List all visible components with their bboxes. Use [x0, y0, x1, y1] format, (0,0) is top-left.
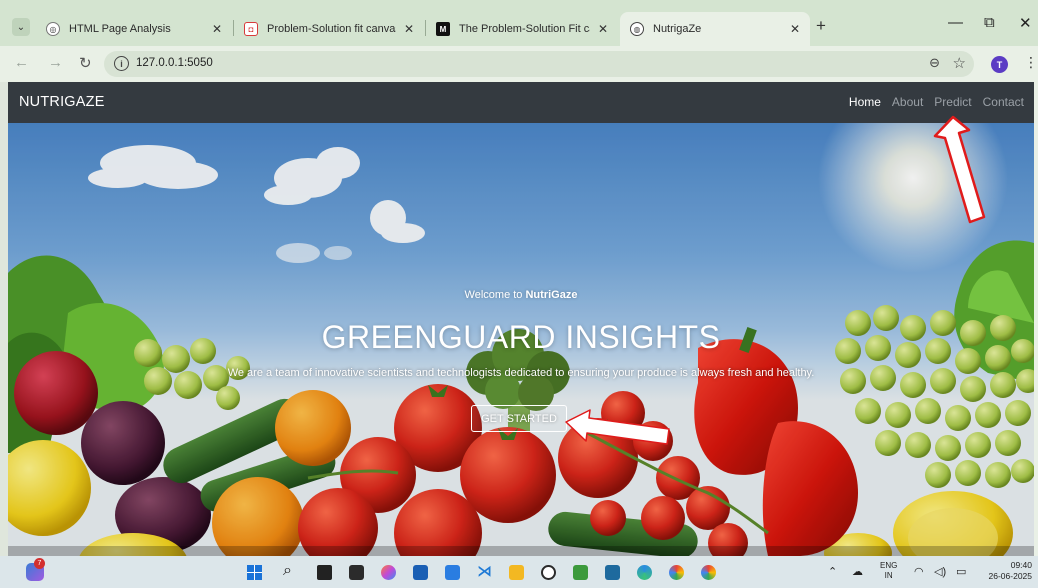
browser-toolbar: ← → ↻ i 127.0.0.1:5050 ⊖ ☆ T ⋮ [0, 46, 1038, 82]
bookmark-star-icon[interactable]: ☆ [953, 54, 966, 72]
tab-title: NutrigaZe [653, 23, 702, 35]
onedrive-icon[interactable]: ☁ [852, 565, 863, 578]
copilot-icon[interactable] [381, 565, 396, 580]
globe-icon: ◍ [630, 22, 644, 36]
tab-title: Problem-Solution fit canvas — [ [267, 23, 396, 35]
task-view-icon[interactable] [317, 565, 332, 580]
zoom-icon[interactable]: ⊖ [929, 55, 940, 71]
tab-title: HTML Page Analysis [69, 23, 171, 35]
close-icon[interactable]: ✕ [212, 22, 222, 36]
page-viewport: NUTRIGAZE Home About Predict Contact Wel… [8, 82, 1034, 556]
browser-tab-strip: ⌄ ◎ HTML Page Analysis ✕ ◘ Problem-Solut… [0, 0, 1038, 46]
wifi-icon[interactable]: ◠ [914, 565, 924, 578]
tab-problem-solution-canvas[interactable]: ◘ Problem-Solution fit canvas — [ ✕ [234, 14, 424, 44]
language-indicator[interactable]: ENG IN [880, 561, 897, 581]
tab-search-chevron-icon[interactable]: ⌄ [12, 18, 30, 36]
close-icon[interactable]: ✕ [404, 22, 414, 36]
site-navbar: NUTRIGAZE Home About Predict Contact [8, 82, 1034, 123]
site-info-icon[interactable]: i [114, 56, 129, 71]
tab-problem-solution-fit-medium[interactable]: M The Problem-Solution Fit canva ✕ [426, 14, 618, 44]
terminal-icon[interactable] [349, 565, 364, 580]
whatsapp-icon[interactable] [541, 565, 556, 580]
chrome-icon[interactable] [669, 565, 684, 580]
volume-icon[interactable]: ◁) [934, 565, 946, 578]
minimize-icon[interactable]: — [948, 14, 963, 31]
lang-bottom: IN [884, 571, 893, 580]
nav-predict[interactable]: Predict [934, 95, 971, 109]
globe-icon: ◎ [46, 22, 60, 36]
file-explorer-icon[interactable] [509, 565, 524, 580]
page-scrollbar[interactable] [1034, 82, 1038, 556]
clock-time: 09:40 [1010, 560, 1032, 570]
back-arrow-icon[interactable]: ← [14, 54, 29, 71]
restore-icon[interactable]: ⧉ [984, 14, 995, 31]
tab-nutrigaze[interactable]: ◍ NutrigaZe ✕ [620, 12, 810, 46]
windows-taskbar: 7 ⌕ ⋊ ⌃ ☁ ENG IN ◠ ◁) ▭ 09:40 26-06-2025 [0, 556, 1038, 588]
canvas-icon: ◘ [244, 22, 258, 36]
tab-title: The Problem-Solution Fit canva [459, 23, 590, 35]
hero-section: Welcome to NutriGaze GREENGUARD INSIGHTS… [8, 123, 1034, 556]
tray-chevron-up-icon[interactable]: ⌃ [828, 565, 837, 578]
nav-contact[interactable]: Contact [983, 95, 1024, 109]
reload-icon[interactable]: ↻ [79, 54, 92, 72]
welcome-prefix: Welcome to [464, 289, 526, 301]
close-icon[interactable]: ✕ [790, 22, 800, 36]
battery-icon[interactable]: ▭ [956, 565, 966, 578]
system-clock[interactable]: 09:40 26-06-2025 [980, 560, 1032, 582]
tab-html-page-analysis[interactable]: ◎ HTML Page Analysis ✕ [36, 14, 232, 44]
clock-date: 26-06-2025 [988, 571, 1032, 581]
nav-home[interactable]: Home [849, 95, 881, 109]
mail-icon[interactable] [445, 565, 460, 580]
chrome-profile-icon[interactable] [701, 565, 716, 580]
get-started-button[interactable]: GET STARTED [471, 405, 567, 432]
menu-kebab-icon[interactable]: ⋮ [1024, 54, 1038, 71]
hero-tagline: We are a team of innovative scientists a… [227, 367, 815, 379]
start-windows-icon[interactable] [247, 565, 262, 580]
welcome-brand: NutriGaze [525, 289, 578, 301]
hero-welcome-text: Welcome to NutriGaze [8, 289, 1034, 301]
profile-avatar[interactable]: T [991, 56, 1008, 73]
medium-icon: M [436, 22, 450, 36]
search-icon[interactable]: ⌕ [283, 562, 298, 579]
new-tab-plus-icon[interactable]: + [816, 16, 826, 36]
notification-badge: 7 [34, 558, 45, 569]
app-icon[interactable] [605, 565, 620, 580]
nav-about[interactable]: About [892, 95, 923, 109]
edge-icon[interactable] [637, 565, 652, 580]
site-brand[interactable]: NUTRIGAZE [19, 94, 105, 110]
site-nav-links: Home About Predict Contact [849, 95, 1024, 109]
editor-icon[interactable] [573, 565, 588, 580]
close-icon[interactable]: ✕ [598, 22, 608, 36]
url-text: 127.0.0.1:5050 [136, 57, 213, 69]
forward-arrow-icon[interactable]: → [48, 54, 63, 71]
address-bar[interactable]: i 127.0.0.1:5050 ⊖ ☆ [104, 51, 974, 77]
window-close-icon[interactable]: ✕ [1019, 14, 1032, 32]
hero-headline: GREENGUARD INSIGHTS [321, 319, 721, 355]
vscode-icon[interactable]: ⋊ [477, 562, 492, 580]
store-icon[interactable] [413, 565, 428, 580]
lang-top: ENG [880, 561, 898, 570]
